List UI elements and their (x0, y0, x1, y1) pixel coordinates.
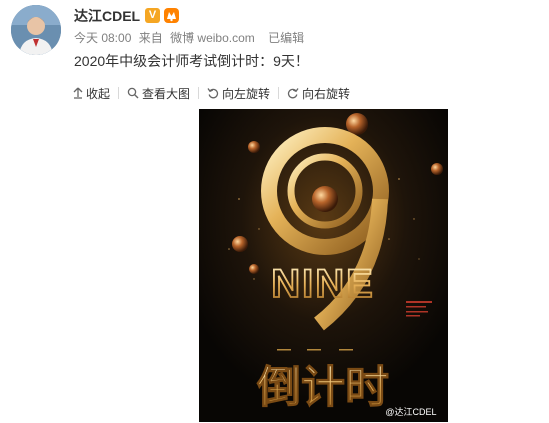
poster-number-word: NINE (271, 262, 375, 306)
post-meta: 今天 08:00 来自 微博 weibo.com 已编辑 (74, 31, 308, 45)
magnifier-icon (127, 87, 139, 99)
rotate-left-icon (207, 88, 219, 99)
verified-badge-icon: V (145, 8, 160, 23)
avatar[interactable] (11, 5, 61, 55)
view-large-label: 查看大图 (142, 86, 191, 101)
image-toolbar: 收起 查看大图 向左旋转 向右旋转 (70, 85, 353, 101)
rotate-right-icon (287, 88, 299, 99)
rotate-right-button[interactable]: 向右旋转 (284, 85, 353, 102)
rotate-left-label: 向左旋转 (222, 86, 271, 101)
edited-label[interactable]: 已编辑 (268, 31, 304, 45)
post-time[interactable]: 今天 08:00 (74, 31, 131, 45)
rotate-right-label: 向右旋转 (302, 86, 351, 101)
view-large-button[interactable]: 查看大图 (124, 85, 193, 102)
collapse-button[interactable]: 收起 (70, 85, 113, 102)
toolbar-divider (278, 87, 280, 99)
toolbar-divider (118, 87, 120, 99)
poster-watermark: @达江CDEL (385, 406, 436, 417)
author-name[interactable]: 达江CDEL (74, 7, 140, 25)
collapse-label: 收起 (86, 86, 111, 101)
toolbar-divider (198, 87, 200, 99)
post-source[interactable]: 微博 weibo.com (170, 31, 255, 45)
source-prefix: 来自 (138, 31, 163, 45)
rotate-left-button[interactable]: 向左旋转 (204, 85, 273, 102)
post-text: 2020年中级会计师考试倒计时：9天！ (74, 53, 309, 69)
poster-countdown-text: 倒计时 (256, 362, 389, 413)
member-level-icon[interactable] (163, 7, 180, 24)
post-image[interactable]: 9 NINE 倒计时 @达江CDEL (199, 109, 448, 422)
collapse-icon (73, 87, 83, 99)
